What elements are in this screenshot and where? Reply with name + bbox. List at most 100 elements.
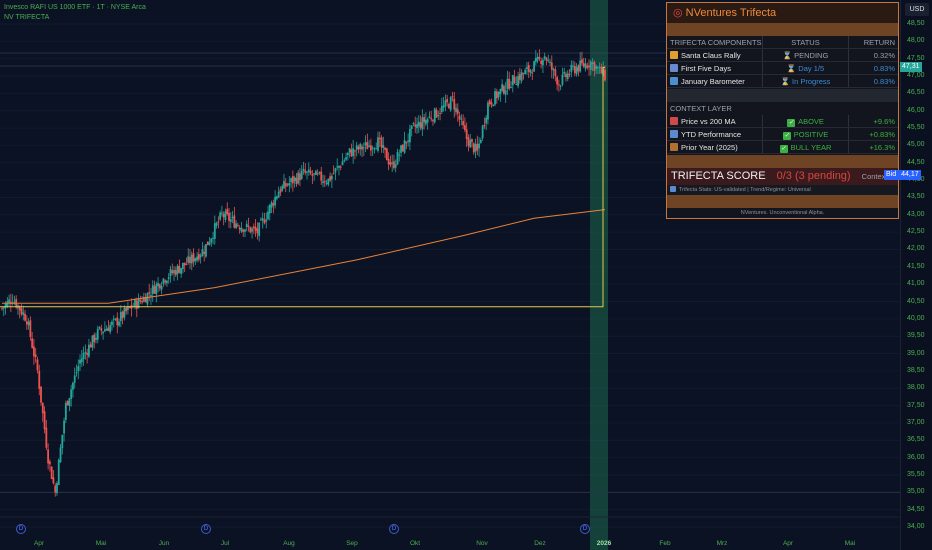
candle-body [135, 300, 138, 309]
dividend-marker-icon[interactable]: D [389, 524, 399, 534]
component-row: January Barometer ⌛ In Progress 0.83% [667, 75, 898, 88]
hourglass-icon: ⌛ [782, 51, 793, 60]
candle-body [542, 59, 544, 66]
candle-body [428, 116, 431, 118]
row-return: +0.83% [869, 130, 895, 139]
candle-body [118, 321, 120, 326]
candle-body [166, 280, 168, 284]
candle-body [373, 148, 376, 150]
candle-body [423, 117, 425, 123]
candle-body [330, 175, 333, 180]
panel-title: ◎ NVentures Trifecta [667, 3, 898, 23]
time-tick: Okt [409, 540, 421, 547]
candle-body [393, 161, 395, 169]
candle-body [196, 256, 198, 261]
candle-body [520, 72, 523, 81]
candle-body [455, 107, 457, 113]
price-tick: 42,50 [907, 228, 925, 236]
candle-body [268, 205, 271, 214]
candle-body [407, 140, 410, 142]
candle-body [244, 229, 246, 232]
candle-body [238, 227, 241, 230]
candle-body [95, 337, 97, 341]
info-icon [670, 186, 676, 192]
dividend-marker-icon[interactable]: D [201, 524, 211, 534]
candle-body [20, 308, 23, 315]
candle-body [469, 140, 472, 148]
row-status: ✓ POSITIVE [763, 128, 849, 140]
candle-body [508, 78, 511, 89]
candle-body [251, 228, 253, 232]
candle-body [453, 98, 456, 110]
candle-body [13, 301, 16, 303]
row-status: ⌛ In Progress [763, 75, 849, 87]
indicator-title[interactable]: NV TRIFECTA [4, 13, 146, 23]
candle-body [31, 338, 34, 348]
candle-body [57, 459, 60, 486]
price-tick: 40,00 [907, 314, 925, 322]
candle-body [524, 69, 527, 75]
candle-body [384, 147, 386, 150]
candle-body [226, 208, 229, 214]
candle-body [387, 158, 390, 165]
candle-body [114, 318, 117, 320]
candle-body [141, 300, 144, 303]
candle-body [472, 143, 475, 153]
trifecta-panel: ◎ NVentures Trifecta TRIFECTA COMPONENTS… [666, 2, 899, 219]
candle-body [111, 321, 113, 326]
candle-body [109, 325, 112, 333]
currency-button[interactable]: USD [905, 3, 929, 16]
candle-body [1, 308, 3, 310]
candle-body [385, 148, 388, 161]
bid-value: 44,17 [901, 171, 919, 178]
candle-body [421, 117, 424, 130]
candle-body [604, 69, 606, 81]
candle-body [265, 219, 268, 222]
row-name: Prior Year (2025) [667, 141, 763, 153]
candle-body [304, 170, 307, 173]
price-tick: 40,50 [907, 297, 925, 305]
candle-body [463, 125, 466, 131]
check-icon: ✓ [782, 132, 791, 140]
candle-body [307, 169, 310, 173]
candle-body [357, 146, 360, 150]
check-icon: ✓ [787, 119, 796, 127]
price-axis[interactable] [900, 0, 932, 550]
candle-body [68, 398, 71, 407]
candle-body [343, 160, 346, 162]
candle-body [173, 270, 175, 274]
candle-body [182, 262, 184, 270]
candle-body [355, 145, 358, 150]
candle-body [533, 61, 535, 72]
candle-body [350, 149, 353, 157]
row-name: Price vs 200 MA [667, 115, 763, 127]
candle-body [52, 477, 55, 484]
candle-body [45, 427, 48, 448]
candle-body [40, 386, 42, 403]
price-tick: 34,00 [907, 523, 925, 530]
candle-body [565, 73, 567, 78]
candle-body [400, 145, 402, 153]
candle-body [581, 59, 583, 64]
candle-body [375, 148, 378, 150]
candle-body [550, 62, 553, 70]
candle-body [487, 102, 489, 120]
dividend-marker-icon[interactable]: D [580, 524, 590, 534]
candle-body [456, 109, 459, 114]
candle-body [589, 61, 592, 70]
candle-body [359, 143, 362, 150]
candle-body [212, 237, 214, 239]
time-tick: Feb [659, 540, 671, 547]
candle-body [313, 173, 316, 175]
candle-body [378, 137, 381, 140]
time-tick: Sep [346, 540, 358, 547]
candle-body [261, 218, 264, 221]
candle-body [394, 164, 397, 168]
dividend-marker-icon[interactable]: D [16, 524, 26, 534]
candle-body [245, 223, 248, 228]
candle-body [534, 58, 537, 63]
candle-body [199, 255, 202, 258]
candle-body [409, 128, 411, 143]
panel-title-text: NVentures Trifecta [685, 7, 777, 19]
symbol-title[interactable]: Invesco RAFI US 1000 ETF · 1T · NYSE Arc… [4, 3, 146, 13]
